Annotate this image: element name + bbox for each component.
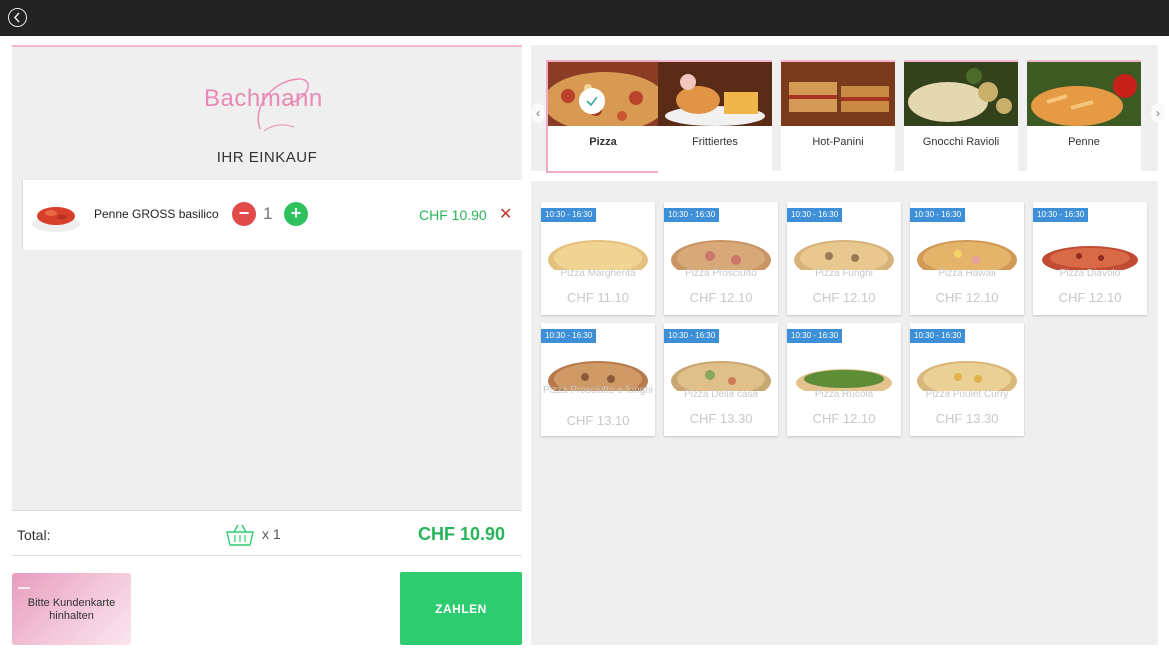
product-price: CHF 12.10 bbox=[812, 290, 876, 305]
gnocchi-ravioli-category-image bbox=[904, 62, 1018, 126]
category-label: Gnocchi Ravioli bbox=[922, 136, 1000, 148]
total-row: Total: x 1 CHF 10.90 bbox=[12, 510, 522, 556]
category-label: Hot-Panini bbox=[812, 136, 864, 148]
product-grid: 10:30 - 16:30 Pizza Margherita CHF 11.10… bbox=[531, 191, 1158, 645]
product-name: Pizza Diavolo bbox=[1059, 268, 1121, 279]
hot-panini-category-image bbox=[781, 62, 895, 126]
basket-count: x 1 bbox=[262, 526, 281, 542]
product-name: Pizza Rucola bbox=[814, 389, 874, 400]
availability-badge: 10:30 - 16:30 bbox=[541, 329, 597, 343]
product-price: CHF 13.10 bbox=[566, 413, 630, 428]
product-card[interactable]: 10:30 - 16:30 Pizza Margherita CHF 11.10 bbox=[541, 202, 655, 315]
category-pizza[interactable]: Pizza bbox=[546, 60, 660, 173]
bachmann-logo: Bachmann bbox=[202, 77, 332, 137]
product-price: CHF 12.10 bbox=[812, 411, 876, 426]
customer-card-text: Bitte Kundenkarte hinhalten bbox=[27, 597, 116, 622]
product-name: Pizza Poulet Curry bbox=[925, 389, 1009, 400]
product-price: CHF 12.10 bbox=[689, 290, 753, 305]
total-label: Total: bbox=[17, 527, 51, 543]
product-card[interactable]: 10:30 - 16:30 Pizza Rucola CHF 12.10 bbox=[787, 323, 901, 436]
availability-badge: 10:30 - 16:30 bbox=[910, 208, 966, 222]
product-price: CHF 12.10 bbox=[935, 290, 999, 305]
category-gnocchi-ravioli[interactable]: Gnocchi Ravioli bbox=[904, 60, 1018, 173]
product-name: Pizza Funghi bbox=[815, 268, 873, 279]
product-card[interactable]: 10:30 - 16:30 Pizza Prosciutto CHF 12.10 bbox=[664, 202, 778, 315]
availability-badge: 10:30 - 16:30 bbox=[787, 329, 843, 343]
top-bar bbox=[0, 0, 1169, 36]
product-price: CHF 13.30 bbox=[689, 411, 753, 426]
cart-item-price: CHF 10.90 bbox=[419, 207, 487, 223]
product-name: Pizza Della casa bbox=[684, 389, 758, 400]
category-penne[interactable]: Penne bbox=[1027, 60, 1141, 173]
pizza-image bbox=[548, 240, 648, 270]
pay-button[interactable]: ZAHLEN bbox=[400, 572, 522, 645]
cart-item: Penne GROSS basilico − 1 + CHF 10.90 ✕ bbox=[22, 180, 522, 250]
category-hot-panini[interactable]: Hot-Panini bbox=[781, 60, 895, 173]
category-frittiertes[interactable]: Frittiertes bbox=[658, 60, 772, 173]
product-name: Pizza Margherita bbox=[560, 268, 636, 279]
product-card[interactable]: 10:30 - 16:30 Pizza Poulet Curry CHF 13.… bbox=[910, 323, 1024, 436]
menu-panel: ‹ Pizza Frittiertes Hot-Panini Gnocchi R… bbox=[531, 45, 1165, 645]
availability-badge: 10:30 - 16:30 bbox=[787, 208, 843, 222]
decrease-quantity-button[interactable]: − bbox=[232, 202, 256, 226]
penne-thumbnail bbox=[29, 192, 83, 240]
pizza-image bbox=[794, 240, 894, 270]
penne-category-image bbox=[1027, 62, 1141, 126]
card-brand-mark: ▬▬ bbox=[18, 585, 30, 591]
increase-quantity-button[interactable]: + bbox=[284, 202, 308, 226]
category-label: Penne bbox=[1068, 136, 1100, 148]
category-label: Frittiertes bbox=[692, 136, 738, 148]
cart-item-quantity: 1 bbox=[263, 204, 273, 223]
remove-item-icon[interactable]: ✕ bbox=[499, 204, 512, 224]
availability-badge: 10:30 - 16:30 bbox=[541, 208, 597, 222]
product-price: CHF 11.10 bbox=[567, 290, 629, 305]
frittiertes-category-image bbox=[658, 62, 772, 126]
availability-badge: 10:30 - 16:30 bbox=[664, 208, 720, 222]
selected-check-icon bbox=[579, 88, 605, 114]
product-card[interactable]: 10:30 - 16:30 Pizza Della casa CHF 13.30 bbox=[664, 323, 778, 436]
availability-badge: 10:30 - 16:30 bbox=[910, 329, 966, 343]
scroll-left-icon[interactable]: ‹ bbox=[531, 103, 545, 123]
scroll-right-icon[interactable]: › bbox=[1151, 103, 1165, 123]
pizza-image bbox=[917, 361, 1017, 391]
pizza-image bbox=[917, 240, 1017, 270]
availability-badge: 10:30 - 16:30 bbox=[664, 329, 720, 343]
pizza-image bbox=[671, 361, 771, 391]
product-price: CHF 13.30 bbox=[935, 411, 999, 426]
pizza-image bbox=[1042, 246, 1138, 270]
product-name: Pizza Prosciutto bbox=[685, 268, 757, 279]
pizza-image bbox=[796, 369, 892, 391]
cart-item-name: Penne GROSS basilico bbox=[94, 207, 219, 221]
category-strip: ‹ Pizza Frittiertes Hot-Panini Gnocchi R… bbox=[531, 45, 1165, 181]
availability-badge: 10:30 - 16:30 bbox=[1033, 208, 1089, 222]
total-value: CHF 10.90 bbox=[418, 524, 506, 544]
pizza-image bbox=[671, 240, 771, 270]
logo-area: Bachmann IHR EINKAUF bbox=[12, 47, 522, 175]
basket-icon bbox=[225, 523, 255, 547]
back-arrow-icon[interactable] bbox=[8, 8, 27, 27]
product-card[interactable]: 10:30 - 16:30 Pizza Prosciutto e funghi … bbox=[541, 323, 655, 436]
product-card[interactable]: 10:30 - 16:30 Pizza Diavolo CHF 12.10 bbox=[1033, 202, 1147, 315]
cart-title: IHR EINKAUF bbox=[216, 149, 318, 166]
product-price: CHF 12.10 bbox=[1058, 290, 1122, 305]
product-card[interactable]: 10:30 - 16:30 Pizza Hawaii CHF 12.10 bbox=[910, 202, 1024, 315]
cart-panel: Bachmann IHR EINKAUF Penne GROSS basilic… bbox=[12, 45, 522, 510]
product-card[interactable]: 10:30 - 16:30 Pizza Funghi CHF 12.10 bbox=[787, 202, 901, 315]
customer-card-prompt[interactable]: ▬▬ Bitte Kundenkarte hinhalten bbox=[12, 573, 131, 645]
product-name: Pizza Prosciutto e funghi bbox=[542, 385, 654, 396]
product-name: Pizza Hawaii bbox=[938, 268, 996, 279]
category-label: Pizza bbox=[589, 136, 617, 148]
